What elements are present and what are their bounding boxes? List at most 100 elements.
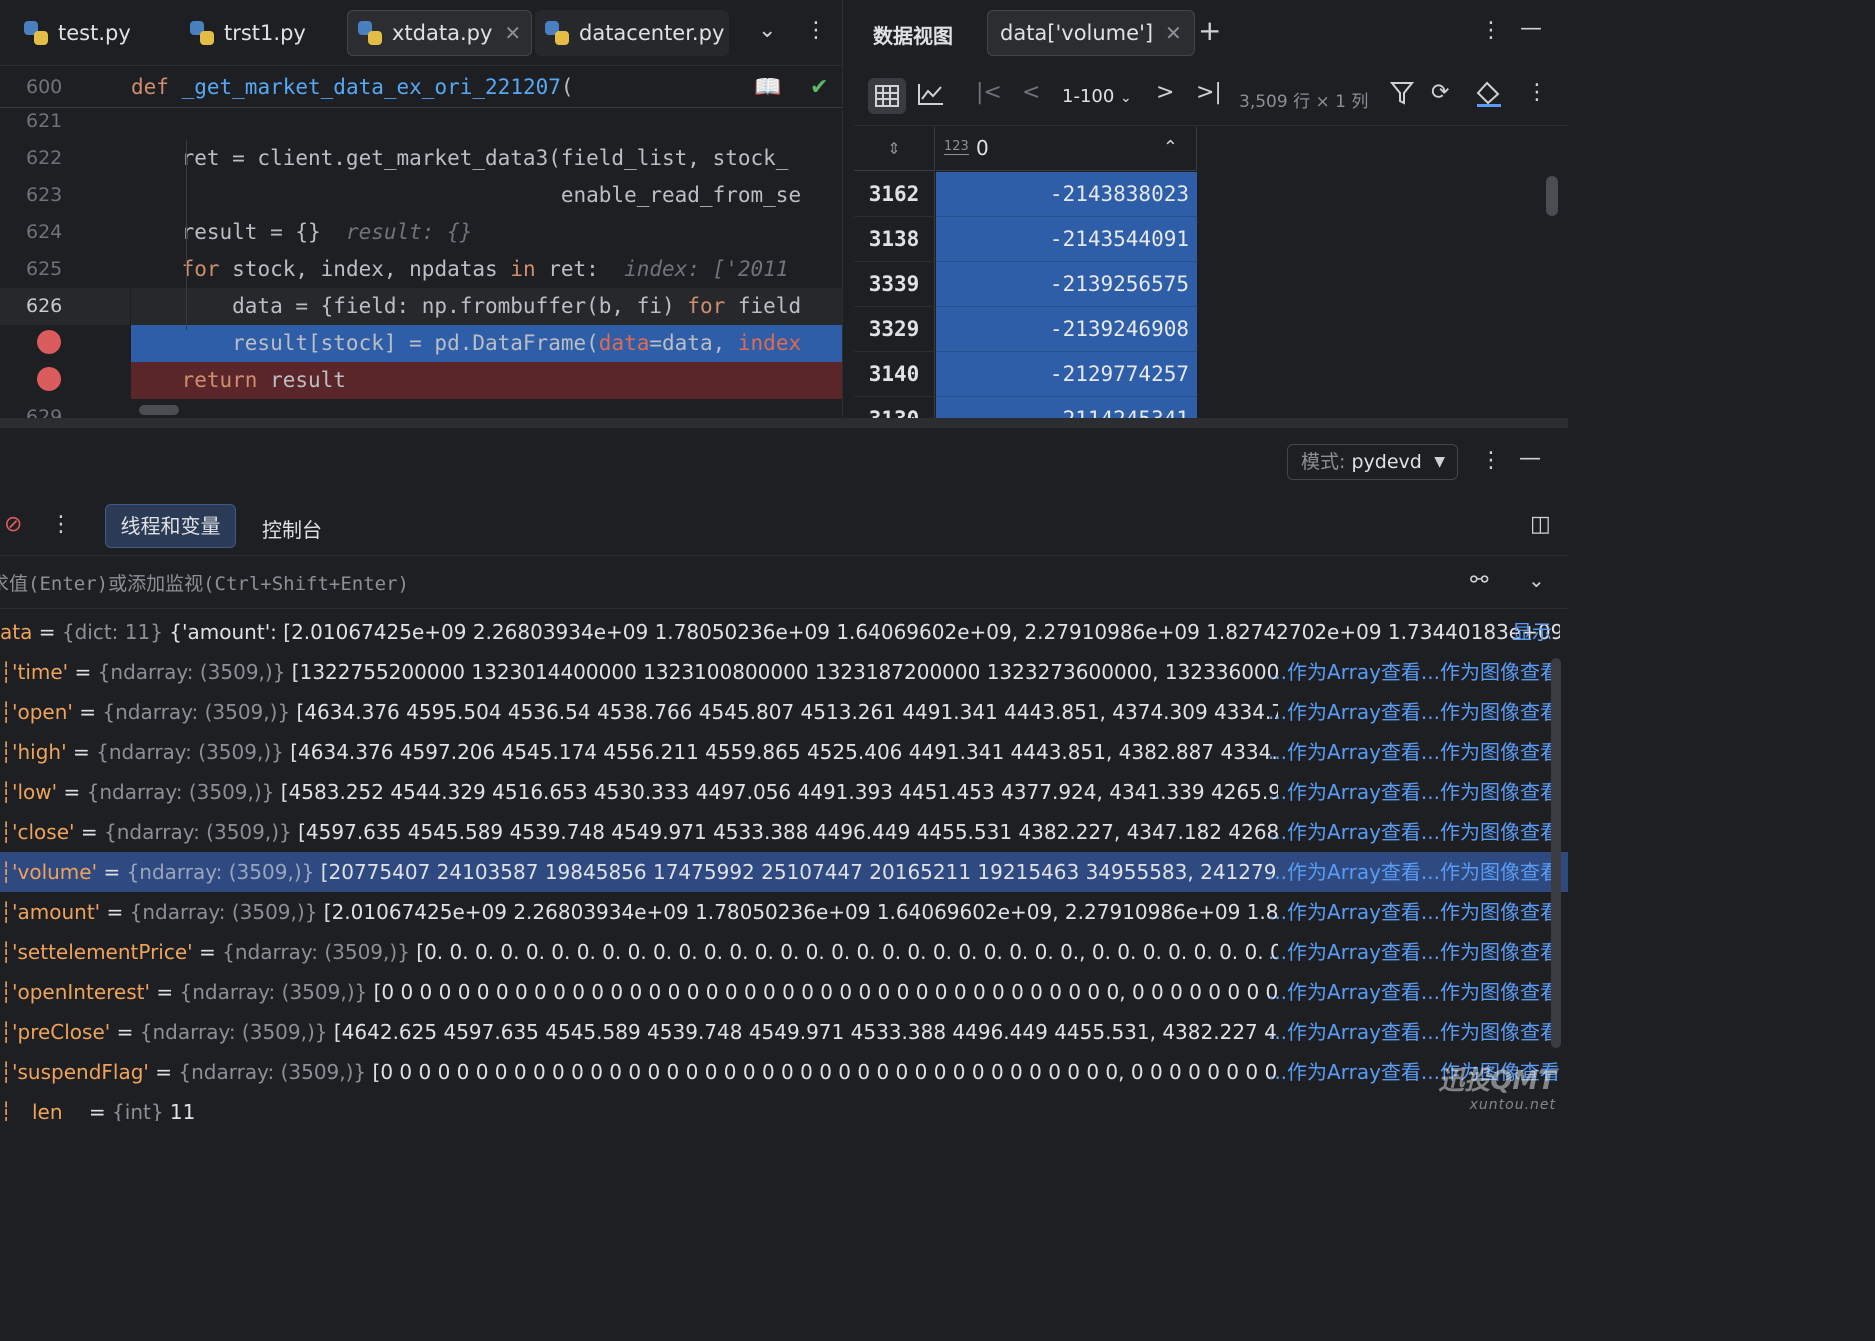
- add-watch-icon[interactable]: ⚯: [1470, 568, 1488, 593]
- table-row[interactable]: 3339 -2139256575: [854, 262, 1198, 307]
- view-as-image-link[interactable]: ...作为图像查看: [1421, 900, 1560, 924]
- vertical-scrollbar[interactable]: [1551, 658, 1561, 1048]
- table-view-button[interactable]: [868, 78, 906, 114]
- view-as-image-link[interactable]: ...作为图像查看: [1421, 980, 1560, 1004]
- next-page-icon[interactable]: >: [1156, 80, 1174, 105]
- vertical-scrollbar[interactable]: [1546, 176, 1558, 216]
- tab-threads-variables[interactable]: 线程和变量: [105, 504, 236, 548]
- variable-row[interactable]: ┆'settelementPrice' = {ndarray: (3509,)}…: [0, 932, 1568, 972]
- breakpoint-icon[interactable]: [37, 367, 61, 391]
- view-as-image-link[interactable]: ...作为图像查看: [1421, 860, 1560, 884]
- view-as-array-link[interactable]: ...作为Array查看: [1268, 980, 1421, 1004]
- variable-row[interactable]: ┆'preClose' = {ndarray: (3509,)} [4642.6…: [0, 1012, 1568, 1052]
- view-as-array-link[interactable]: ...作为Array查看: [1268, 740, 1421, 764]
- variable-row-len[interactable]: ┆__len__ = {int} 11: [0, 1092, 1568, 1121]
- reader-mode-icon[interactable]: 📖: [754, 75, 781, 100]
- view-links: ...作为Array查看...作为图像查看: [1268, 772, 1560, 812]
- variable-row[interactable]: ┆'openInterest' = {ndarray: (3509,)} [0 …: [0, 972, 1568, 1012]
- tab-datacenter-py[interactable]: datacenter.py: [535, 10, 729, 56]
- tab-label: data['volume']: [1000, 21, 1154, 45]
- view-links: ...作为Array查看...作为图像查看: [1268, 1012, 1560, 1052]
- view-as-array-link[interactable]: ...作为Array查看: [1268, 940, 1421, 964]
- close-icon[interactable]: ✕: [504, 21, 521, 45]
- code-area[interactable]: ret = client.get_market_data3(field_list…: [131, 66, 842, 418]
- debugger-mode-select[interactable]: 模式: pydevd ▼: [1287, 444, 1458, 480]
- view-as-array-link[interactable]: ...作为Array查看: [1268, 660, 1421, 684]
- tab-label: datacenter.py: [579, 21, 725, 45]
- table-row[interactable]: 3130-2114245341: [854, 397, 1198, 418]
- variable-row-root[interactable]: ata = {dict: 11} {'amount': [2.01067425e…: [0, 612, 1568, 652]
- previous-page-icon[interactable]: <: [1022, 80, 1040, 105]
- code-line: for stock, index, npdatas in ret: index:…: [131, 257, 789, 281]
- minimize-icon[interactable]: —: [1520, 16, 1542, 41]
- show-more-link[interactable]: 显示: [1512, 612, 1552, 652]
- tab-data-volume[interactable]: data['volume'] ✕: [987, 10, 1195, 56]
- filter-icon[interactable]: [1389, 80, 1415, 112]
- mute-breakpoints-icon[interactable]: ⊘: [4, 512, 22, 537]
- view-as-image-link[interactable]: ...作为图像查看: [1421, 1020, 1560, 1044]
- tab-xtdata-py[interactable]: xtdata.py ✕: [347, 10, 533, 56]
- sticky-header[interactable]: 600 def _get_market_data_ex_ori_221207( …: [0, 66, 842, 108]
- variable-row[interactable]: ┆'low' = {ndarray: (3509,)} [4583.252 45…: [0, 772, 1568, 812]
- more-vertical-icon[interactable]: ⋮: [50, 512, 72, 537]
- panel-divider[interactable]: [0, 418, 1568, 428]
- view-as-array-link[interactable]: ...作为Array查看: [1268, 1060, 1421, 1084]
- chart-view-icon[interactable]: [916, 80, 946, 114]
- view-links: ...作为Array查看...作为图像查看: [1268, 652, 1560, 692]
- more-vertical-icon[interactable]: ⋮: [1480, 18, 1502, 43]
- python-file-icon: [358, 21, 382, 45]
- view-as-array-link[interactable]: ...作为Array查看: [1268, 820, 1421, 844]
- variable-row[interactable]: ┆'time' = {ndarray: (3509,)} [1322755200…: [0, 652, 1568, 692]
- chevron-down-icon[interactable]: ⌄: [1528, 568, 1545, 592]
- view-as-array-link[interactable]: ...作为Array查看: [1268, 780, 1421, 804]
- color-fill-icon[interactable]: [1474, 80, 1504, 114]
- page-range-select[interactable]: 1-100 ⌄: [1062, 86, 1132, 107]
- table-row[interactable]: 3138 -2143544091: [854, 217, 1198, 262]
- variable-row[interactable]: ┆'amount' = {ndarray: (3509,)} [2.010674…: [0, 892, 1568, 932]
- tab-label: xtdata.py: [392, 21, 493, 45]
- view-as-array-link[interactable]: ...作为Array查看: [1268, 700, 1421, 724]
- more-vertical-icon[interactable]: ⋮: [1480, 448, 1502, 473]
- first-page-icon[interactable]: |<: [976, 80, 1002, 105]
- view-as-array-link[interactable]: ...作为Array查看: [1268, 860, 1421, 884]
- evaluate-input[interactable]: 求值(Enter)或添加监视(Ctrl+Shift+Enter): [0, 569, 409, 596]
- tab-console[interactable]: 控制台: [262, 514, 322, 543]
- checkmark-icon[interactable]: ✔: [810, 75, 828, 100]
- table-row[interactable]: 3162 -2143838023: [854, 172, 1198, 217]
- tab-trst1-py[interactable]: trst1.py: [180, 10, 316, 56]
- evaluate-expression-bar[interactable]: 求值(Enter)或添加监视(Ctrl+Shift+Enter) ⚯ ⌄: [0, 555, 1568, 609]
- view-as-image-link[interactable]: ...作为图像查看: [1421, 740, 1560, 764]
- view-as-array-link[interactable]: ...作为Array查看: [1268, 900, 1421, 924]
- more-vertical-icon[interactable]: ⋮: [805, 18, 827, 43]
- code-line: enable_read_from_se: [131, 183, 802, 207]
- chevron-down-icon[interactable]: ⌄: [758, 18, 776, 43]
- refresh-icon[interactable]: ⟳: [1431, 80, 1449, 105]
- sort-ascending-icon[interactable]: ⌃: [1163, 137, 1178, 158]
- column-header[interactable]: 123 0 ⌃: [936, 127, 1197, 171]
- last-page-icon[interactable]: >|: [1196, 80, 1222, 105]
- variable-row-selected[interactable]: ┆'volume' = {ndarray: (3509,)} [20775407…: [0, 852, 1568, 892]
- horizontal-scrollbar[interactable]: [139, 405, 179, 415]
- layout-icon[interactable]: ◫: [1530, 512, 1551, 537]
- index-header[interactable]: ⇕: [854, 127, 935, 171]
- variable-row[interactable]: ┆'close' = {ndarray: (3509,)} [4597.635 …: [0, 812, 1568, 852]
- table-row[interactable]: 3329 -2139246908: [854, 307, 1198, 352]
- view-as-image-link[interactable]: ...作为图像查看: [1421, 700, 1560, 724]
- view-links: ...作为Array查看...作为图像查看: [1268, 932, 1560, 972]
- view-as-array-link[interactable]: ...作为Array查看: [1268, 1020, 1421, 1044]
- view-as-image-link[interactable]: ...作为图像查看: [1421, 780, 1560, 804]
- tab-test-py[interactable]: test.py: [14, 10, 141, 56]
- more-vertical-icon[interactable]: ⋮: [1526, 80, 1548, 105]
- plus-icon[interactable]: +: [1198, 14, 1221, 47]
- variable-row[interactable]: ┆'open' = {ndarray: (3509,)} [4634.376 4…: [0, 692, 1568, 732]
- view-as-image-link[interactable]: ...作为图像查看: [1421, 820, 1560, 844]
- minimize-icon[interactable]: —: [1519, 446, 1541, 471]
- table-row[interactable]: 3140 -2129774257: [854, 352, 1198, 397]
- breakpoint-icon[interactable]: [37, 330, 61, 354]
- debug-panel: 模式: pydevd ▼ ⋮ — ⊘ ⋮ 线程和变量 控制台 ◫ 求值(Ente…: [0, 428, 1568, 1121]
- close-icon[interactable]: ✕: [1165, 21, 1182, 45]
- variable-row[interactable]: ┆'high' = {ndarray: (3509,)} [4634.376 4…: [0, 732, 1568, 772]
- view-as-image-link[interactable]: ...作为图像查看: [1421, 940, 1560, 964]
- view-as-image-link[interactable]: ...作为图像查看: [1421, 660, 1560, 684]
- variable-row[interactable]: ┆'suspendFlag' = {ndarray: (3509,)} [0 0…: [0, 1052, 1568, 1092]
